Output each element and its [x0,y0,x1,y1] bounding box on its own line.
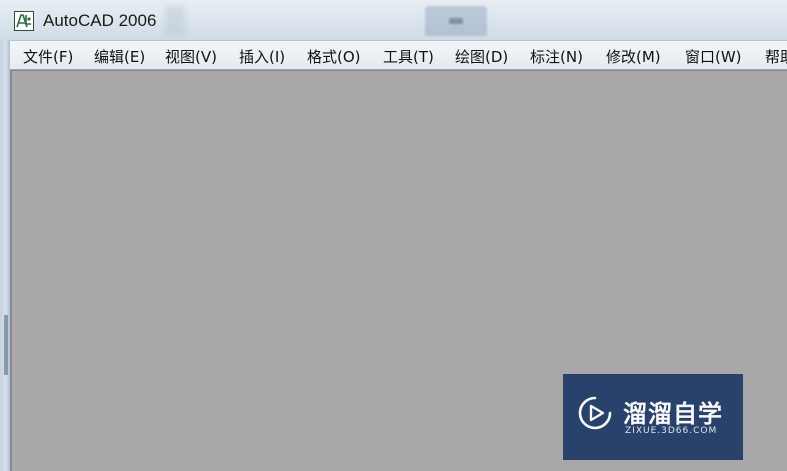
play-icon [578,396,612,430]
menu-window[interactable]: 窗口(W) [685,47,742,67]
watermark: 溜溜自学 ZIXUE.3D66.COM [563,374,743,460]
autocad-icon[interactable] [14,11,34,31]
window-frame-left [0,40,10,471]
autocad-window: AutoCAD 2006 文件(F) 编辑(E) 视图(V) 插入(I) 格式(… [0,0,787,471]
menu-tools[interactable]: 工具(T) [383,47,434,67]
title-bar-blur [165,6,185,36]
menu-edit[interactable]: 编辑(E) [94,47,145,67]
menu-bar: 文件(F) 编辑(E) 视图(V) 插入(I) 格式(O) 工具(T) 绘图(D… [10,40,787,70]
menu-view[interactable]: 视图(V) [165,47,217,67]
watermark-title: 溜溜自学 [623,400,723,428]
window-title: AutoCAD 2006 [43,11,157,30]
menu-help[interactable]: 帮助 [765,47,787,67]
watermark-subtitle: ZIXUE.3D66.COM [625,426,718,436]
title-bar-blur-button [425,6,487,36]
menu-modify[interactable]: 修改(M) [606,47,661,67]
menu-file[interactable]: 文件(F) [23,47,73,67]
menu-draw[interactable]: 绘图(D) [455,47,508,67]
title-bar[interactable]: AutoCAD 2006 [0,0,787,40]
menu-dimension[interactable]: 标注(N) [530,47,583,67]
menu-insert[interactable]: 插入(I) [239,47,285,67]
menu-format[interactable]: 格式(O) [307,47,361,67]
